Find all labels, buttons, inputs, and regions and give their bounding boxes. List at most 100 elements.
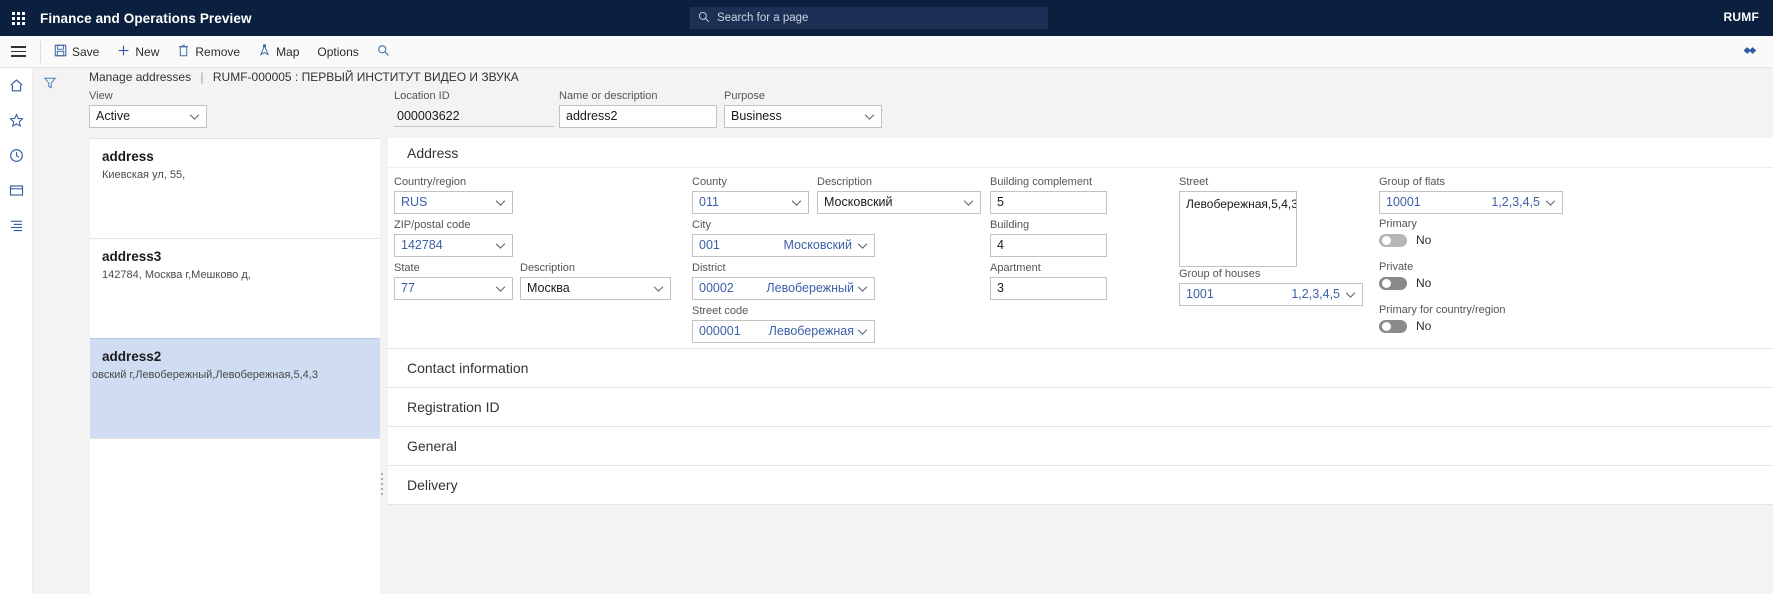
name-or-description-input[interactable]: address2 bbox=[559, 105, 717, 128]
primary-field: Primary No bbox=[1379, 218, 1563, 247]
primary-toggle[interactable] bbox=[1379, 233, 1407, 247]
fasttab-registration-id-header[interactable]: Registration ID bbox=[388, 388, 1773, 426]
street-code-select[interactable]: 000001 Левобережная bbox=[692, 320, 875, 343]
save-button[interactable]: Save bbox=[45, 40, 108, 64]
chevron-down-icon bbox=[495, 285, 506, 292]
expand-collapse-icon[interactable] bbox=[1739, 44, 1759, 59]
options-button[interactable]: Options bbox=[308, 40, 367, 64]
group-of-houses-select[interactable]: 1001 1,2,3,4,5 bbox=[1179, 283, 1363, 306]
county-field: County 011 bbox=[692, 176, 809, 214]
group-of-flats-field: Group of flats 10001 1,2,3,4,5 bbox=[1379, 176, 1563, 214]
country-region-select[interactable]: RUS bbox=[394, 191, 513, 214]
remove-label: Remove bbox=[195, 44, 241, 59]
group-of-houses-value-description: 1,2,3,4,5 bbox=[1291, 287, 1340, 301]
purpose-select[interactable]: Business bbox=[724, 105, 882, 128]
district-select[interactable]: 00002 Левобережный bbox=[692, 277, 875, 300]
fasttab-delivery-title: Delivery bbox=[407, 477, 458, 493]
address-detail: Киевская ул, 55, bbox=[102, 169, 186, 181]
building-label: Building bbox=[990, 219, 1030, 231]
private-field: Private No bbox=[1379, 261, 1563, 290]
company-indicator[interactable]: RUMF bbox=[1724, 10, 1759, 24]
street-label: Street bbox=[1179, 176, 1209, 188]
fasttab-address-title: Address bbox=[407, 144, 459, 161]
plus-icon bbox=[117, 44, 130, 59]
district-value-description: Левобережный bbox=[766, 281, 854, 295]
app-title: Finance and Operations Preview bbox=[40, 10, 252, 26]
fasttab-contact-information-header[interactable]: Contact information bbox=[388, 349, 1773, 387]
fasttab-region: Address Country/region RUS ZIP/postal co… bbox=[388, 138, 1773, 594]
view-label: View bbox=[89, 90, 113, 102]
building-complement-field: Building complement 5 bbox=[990, 176, 1107, 214]
breadcrumb-page[interactable]: Manage addresses bbox=[89, 70, 191, 84]
street-textarea[interactable]: Левобережная,5,4,3 bbox=[1179, 191, 1297, 267]
location-id-field: Location ID 000003622 bbox=[394, 90, 554, 127]
list-item[interactable]: address Киевская ул, 55, bbox=[90, 138, 380, 238]
fasttab-address-header[interactable]: Address bbox=[388, 138, 1773, 168]
apartment-field: Apartment 3 bbox=[990, 262, 1107, 300]
chevron-down-icon bbox=[791, 199, 802, 206]
city-value-description: Московский bbox=[783, 238, 853, 252]
map-pin-icon bbox=[258, 44, 271, 59]
district-field: District 00002 Левобережный bbox=[692, 262, 875, 300]
address-detail: 142784, Москва г,Мешково д, bbox=[102, 269, 251, 281]
favorites-star-icon[interactable] bbox=[4, 109, 28, 131]
state-select[interactable]: 77 bbox=[394, 277, 513, 300]
modules-list-icon[interactable] bbox=[4, 214, 28, 236]
group-of-houses-field: Group of houses 1001 1,2,3,4,5 bbox=[1179, 268, 1363, 306]
fasttab-delivery: Delivery bbox=[388, 466, 1773, 505]
county-select[interactable]: 011 bbox=[692, 191, 809, 214]
state-description-field: Description Москва bbox=[520, 262, 671, 300]
primary-for-country-region-field: Primary for country/region No bbox=[1379, 304, 1609, 333]
new-label: New bbox=[135, 44, 160, 59]
primary-label: Primary bbox=[1379, 218, 1417, 230]
fasttab-delivery-header[interactable]: Delivery bbox=[388, 466, 1773, 504]
chevron-down-icon bbox=[653, 285, 664, 292]
building-complement-input[interactable]: 5 bbox=[990, 191, 1107, 214]
county-label: County bbox=[692, 176, 727, 188]
fasttab-address: Address Country/region RUS ZIP/postal co… bbox=[388, 138, 1773, 349]
map-button[interactable]: Map bbox=[249, 40, 308, 64]
purpose-value: Business bbox=[731, 109, 782, 123]
panel-splitter-handle[interactable] bbox=[379, 473, 384, 495]
zip-postal-code-select[interactable]: 142784 bbox=[394, 234, 513, 257]
new-button[interactable]: New bbox=[108, 40, 168, 64]
navigation-menu-button[interactable] bbox=[0, 36, 36, 67]
action-pane: Save New Remove Map Options bbox=[0, 36, 1773, 68]
remove-button[interactable]: Remove bbox=[168, 40, 249, 64]
county-description-field: Description Московский bbox=[817, 176, 981, 214]
breadcrumb-separator: | bbox=[200, 70, 204, 84]
view-field: View Active bbox=[89, 90, 207, 128]
filter-funnel-icon[interactable] bbox=[43, 76, 57, 594]
action-pane-search-button[interactable] bbox=[368, 40, 399, 64]
view-value: Active bbox=[96, 109, 131, 123]
private-value: No bbox=[1416, 276, 1432, 290]
group-of-flats-select[interactable]: 10001 1,2,3,4,5 bbox=[1379, 191, 1563, 214]
private-toggle[interactable] bbox=[1379, 276, 1407, 290]
apartment-input[interactable]: 3 bbox=[990, 277, 1107, 300]
group-of-flats-value: 10001 bbox=[1386, 195, 1421, 209]
building-input[interactable]: 4 bbox=[990, 234, 1107, 257]
fasttab-general-header[interactable]: General bbox=[388, 427, 1773, 465]
primary-for-country-region-value: No bbox=[1416, 319, 1432, 333]
street-code-value-description: Левобережная bbox=[768, 324, 854, 338]
view-select[interactable]: Active bbox=[89, 105, 207, 128]
workspaces-icon[interactable] bbox=[4, 179, 28, 201]
state-field: State 77 bbox=[394, 262, 513, 300]
location-id-input[interactable]: 000003622 bbox=[394, 105, 554, 127]
county-description-select[interactable]: Московский bbox=[817, 191, 981, 214]
state-description-select[interactable]: Москва bbox=[520, 277, 671, 300]
county-description-value: Московский bbox=[824, 195, 893, 209]
district-value: 00002 bbox=[699, 281, 734, 295]
list-item-selected[interactable]: address2 овский г,Левобережный,Левобереж… bbox=[90, 338, 380, 438]
city-select[interactable]: 001 Московский bbox=[692, 234, 875, 257]
city-field: City 001 Московский bbox=[692, 219, 875, 257]
primary-for-country-region-toggle[interactable] bbox=[1379, 319, 1407, 333]
save-icon bbox=[54, 44, 67, 59]
home-icon[interactable] bbox=[4, 74, 28, 96]
app-launcher-icon[interactable] bbox=[0, 0, 36, 36]
recent-clock-icon[interactable] bbox=[4, 144, 28, 166]
chevron-down-icon bbox=[495, 199, 506, 206]
list-item[interactable]: address3 142784, Москва г,Мешково д, bbox=[90, 238, 380, 338]
global-search-input[interactable]: Search for a page bbox=[690, 7, 1048, 29]
group-of-flats-value-description: 1,2,3,4,5 bbox=[1491, 195, 1540, 209]
